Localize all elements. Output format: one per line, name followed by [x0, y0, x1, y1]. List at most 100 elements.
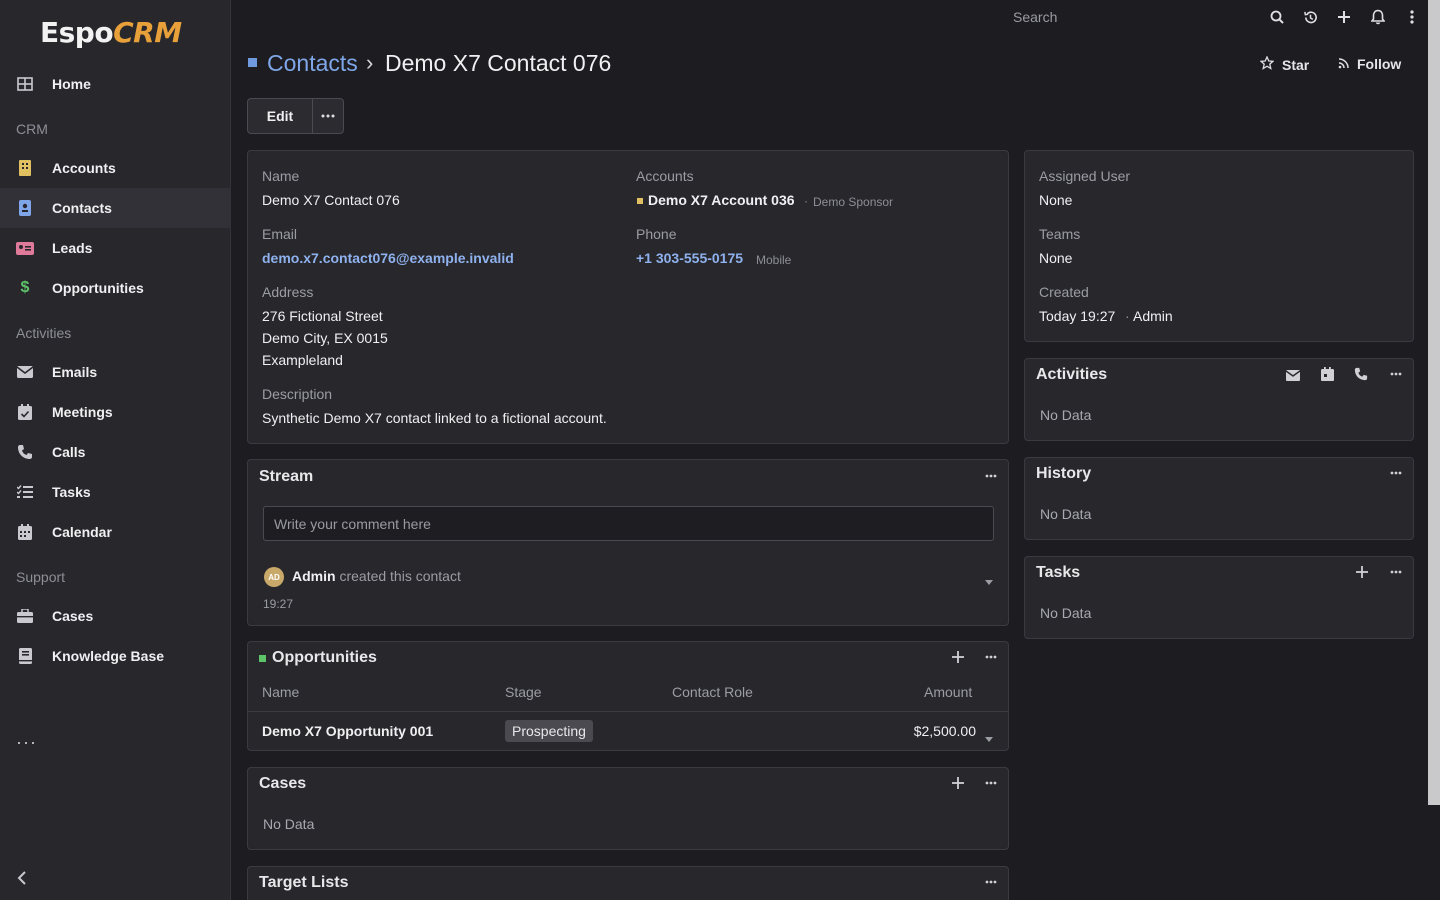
- sidebar-item-contacts[interactable]: Contacts: [0, 188, 231, 228]
- sidebar-more-button[interactable]: ···: [16, 732, 37, 753]
- created-separator-dot: ·: [1125, 308, 1130, 324]
- opportunities-panel: Opportunities Name Stage Contact Role Am…: [247, 641, 1009, 751]
- opportunities-menu-icon[interactable]: [981, 649, 1001, 665]
- sidebar-item-cases[interactable]: Cases: [0, 596, 231, 636]
- phone-link[interactable]: +1 303-555-0175: [636, 250, 743, 266]
- activities-menu-icon[interactable]: [1386, 366, 1406, 382]
- sidebar-item-label: Home: [52, 76, 91, 92]
- sidebar-item-meetings[interactable]: Meetings: [0, 392, 231, 432]
- sidebar-item-knowledge-base[interactable]: Knowledge Base: [0, 636, 231, 676]
- sidebar-item-emails[interactable]: Emails: [0, 352, 231, 392]
- row-actions-chevron-icon[interactable]: [985, 729, 993, 745]
- sidebar-item-label: Contacts: [52, 200, 112, 216]
- schedule-meeting-icon[interactable]: [1318, 365, 1336, 383]
- star-button[interactable]: Star: [1259, 55, 1309, 73]
- teams-value: None: [1039, 250, 1073, 266]
- created-by-link[interactable]: Admin: [1133, 308, 1173, 324]
- target-lists-menu-icon[interactable]: [981, 874, 1001, 890]
- account-role: Demo Sponsor: [813, 195, 894, 209]
- phone-type: Mobile: [756, 253, 792, 267]
- sidebar: EspoCRM Home CRM Accounts Contacts Leads…: [0, 0, 231, 900]
- email-link[interactable]: demo.x7.contact076@example.invalid: [262, 250, 514, 266]
- activities-title: Activities: [1036, 366, 1108, 383]
- kebab-menu-icon[interactable]: [1401, 6, 1423, 28]
- home-icon: [16, 75, 34, 93]
- sidebar-collapse-icon[interactable]: [16, 870, 28, 889]
- tasks-menu-icon[interactable]: [1386, 564, 1406, 580]
- column-header-contact-role[interactable]: Contact Role: [672, 684, 753, 700]
- add-case-icon[interactable]: [949, 774, 967, 792]
- cases-title: Cases: [259, 775, 307, 792]
- follow-button[interactable]: Follow: [1338, 56, 1401, 72]
- activities-panel: Activities No Data: [1024, 358, 1414, 441]
- stream-title: Stream: [259, 468, 314, 485]
- table-row: Demo X7 Opportunity 001 Prospecting $2,5…: [248, 711, 1008, 751]
- action-button-group: Edit: [247, 98, 344, 134]
- history-panel: History No Data: [1024, 457, 1414, 540]
- nav-group-crm: CRM: [16, 121, 48, 137]
- name-value: Demo X7 Contact 076: [262, 192, 400, 208]
- account-bullet: [637, 198, 643, 204]
- sidebar-item-label: Meetings: [52, 404, 113, 420]
- sidebar-item-calendar[interactable]: Calendar: [0, 512, 231, 552]
- sidebar-item-calls[interactable]: Calls: [0, 432, 231, 472]
- description-value: Synthetic Demo X7 contact linked to a fi…: [262, 410, 607, 426]
- sidebar-item-tasks[interactable]: Tasks: [0, 472, 231, 512]
- chevron-down-icon[interactable]: [985, 572, 993, 588]
- compose-email-icon[interactable]: [1284, 366, 1302, 384]
- amount-cell: $2,500.00: [913, 723, 976, 739]
- sidebar-item-label: Leads: [52, 240, 93, 256]
- cases-menu-icon[interactable]: [981, 775, 1001, 791]
- add-opportunity-icon[interactable]: [949, 648, 967, 666]
- breadcrumb-contacts-link[interactable]: Contacts: [267, 50, 358, 77]
- history-title: History: [1036, 465, 1092, 482]
- more-actions-button[interactable]: [313, 99, 343, 133]
- page-title: Demo X7 Contact 076: [385, 50, 612, 76]
- sidebar-item-label: Cases: [52, 608, 94, 624]
- edit-button[interactable]: Edit: [248, 99, 313, 133]
- description-label: Description: [262, 386, 333, 402]
- account-link[interactable]: Demo X7 Account 036: [648, 192, 795, 208]
- search-icon[interactable]: [1266, 6, 1288, 28]
- log-call-icon[interactable]: [1352, 365, 1370, 383]
- column-header-amount[interactable]: Amount: [924, 684, 972, 700]
- history-no-data: No Data: [1040, 506, 1092, 522]
- tasks-panel: Tasks No Data: [1024, 556, 1414, 639]
- phone-icon: [16, 443, 34, 461]
- sidebar-item-opportunities[interactable]: $ Opportunities: [0, 268, 231, 308]
- tasks-no-data: No Data: [1040, 605, 1092, 621]
- opportunities-title: Opportunities: [272, 649, 377, 666]
- stream-menu-icon[interactable]: [981, 468, 1001, 484]
- stream-panel: Stream AD Admin created this contact 19:…: [247, 459, 1009, 626]
- search-input[interactable]: [1013, 7, 1253, 27]
- column-header-name[interactable]: Name: [262, 684, 299, 700]
- history-menu-icon[interactable]: [1386, 465, 1406, 481]
- rss-icon: [1338, 56, 1349, 72]
- stage-badge: Prospecting: [505, 720, 593, 742]
- history-icon[interactable]: [1299, 6, 1321, 28]
- app-logo[interactable]: EspoCRM: [40, 16, 182, 49]
- created-label: Created: [1039, 284, 1089, 300]
- address-line-1: 276 Fictional Street: [262, 308, 383, 324]
- accounts-label: Accounts: [636, 168, 694, 184]
- accounts-icon: [16, 159, 34, 177]
- calendar-check-icon: [16, 403, 34, 421]
- sidebar-item-label: Accounts: [52, 160, 116, 176]
- stream-user-link[interactable]: Admin: [292, 568, 336, 584]
- created-value: Today 19:27: [1039, 308, 1116, 324]
- sidebar-item-leads[interactable]: Leads: [0, 228, 231, 268]
- bell-icon[interactable]: [1367, 6, 1389, 28]
- column-header-stage[interactable]: Stage: [505, 684, 542, 700]
- side-detail-panel: Assigned User None Teams None Created To…: [1024, 150, 1414, 342]
- sidebar-item-accounts[interactable]: Accounts: [0, 148, 231, 188]
- plus-icon[interactable]: [1333, 6, 1355, 28]
- opportunity-name-link[interactable]: Demo X7 Opportunity 001: [262, 723, 433, 739]
- dollar-icon: $: [20, 279, 30, 296]
- add-task-icon[interactable]: [1353, 563, 1371, 581]
- star-icon: [1259, 55, 1275, 73]
- comment-input[interactable]: [263, 506, 994, 541]
- contacts-icon: [16, 199, 34, 217]
- nav-group-activities: Activities: [16, 325, 72, 341]
- sidebar-item-home[interactable]: Home: [0, 64, 231, 104]
- page-scrollbar[interactable]: [1428, 0, 1440, 805]
